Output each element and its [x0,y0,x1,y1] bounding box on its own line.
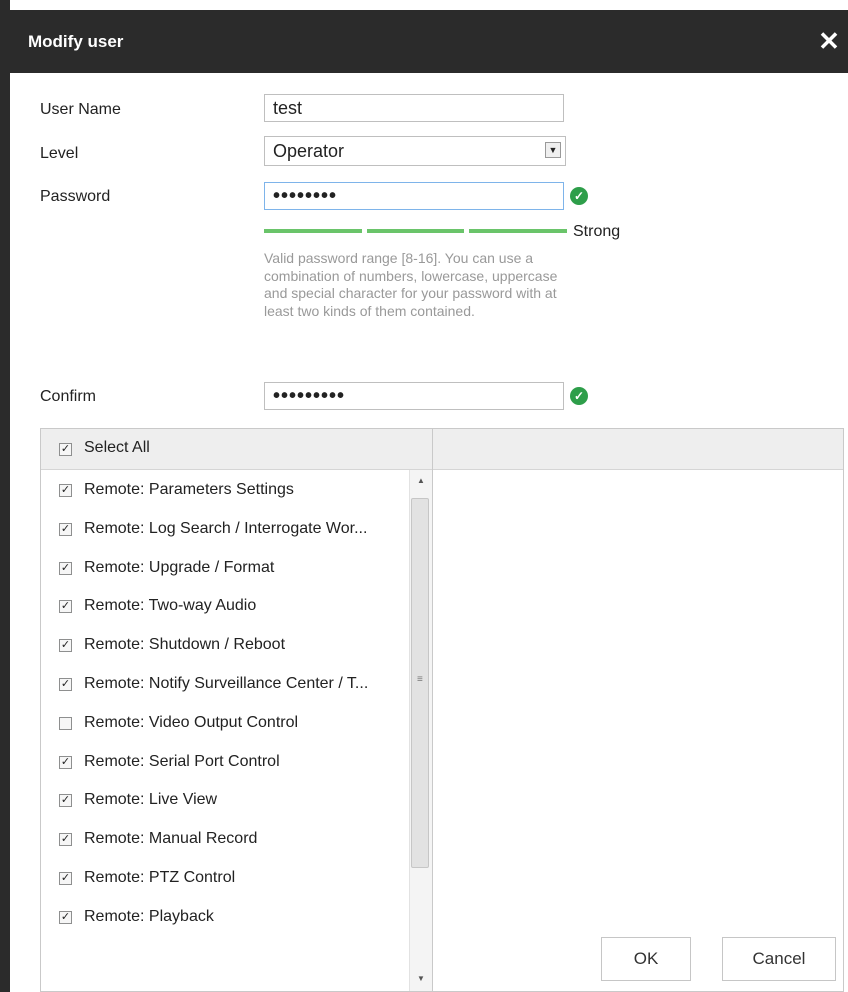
dialog-titlebar: Modify user ✕ [10,10,848,73]
permission-checkbox[interactable]: ✓ [59,755,72,769]
strength-bar-segment-2 [367,229,464,233]
dialog-title: Modify user [28,32,124,51]
user-name-input[interactable]: test [264,94,564,122]
permission-label[interactable]: Remote: Playback [84,908,214,926]
permission-label[interactable]: Remote: Log Search / Interrogate Wor... [84,520,367,538]
level-select[interactable]: Operator ▼ [264,136,566,166]
permission-label[interactable]: Remote: Two-way Audio [84,597,256,615]
permission-checkbox[interactable]: ✓ [59,561,72,575]
confirm-password-field[interactable]: ••••••••• [264,382,564,410]
permission-label[interactable]: Remote: Manual Record [84,830,257,848]
permission-checkbox[interactable]: ✓ [59,639,72,653]
permission-label[interactable]: Remote: Video Output Control [84,714,298,732]
permission-checkbox[interactable]: ✓ [59,484,72,497]
chevron-down-icon[interactable]: ▼ [545,142,561,158]
grip-icon: ≡ [417,674,423,685]
scrollbar-thumb[interactable]: ≡ [411,498,429,868]
password-field[interactable]: •••••••• [264,182,564,210]
select-all-label[interactable]: Select All [84,439,150,457]
close-icon[interactable]: ✕ [814,26,844,56]
permission-label[interactable]: Remote: Notify Surveillance Center / T..… [84,675,368,693]
permission-label[interactable]: Remote: Live View [84,791,217,809]
background-window-edge [0,0,10,992]
user-name-label: User Name [40,101,121,118]
level-label: Level [40,145,79,162]
password-hint: Valid password range [8-16]. You can use… [264,250,558,319]
permission-label[interactable]: Remote: Shutdown / Reboot [84,636,285,654]
cancel-button[interactable]: Cancel [722,937,836,981]
ok-button[interactable]: OK [601,937,691,981]
password-strength-text: Strong [573,223,621,240]
password-label: Password [40,188,111,205]
modify-user-dialog: Modify user ✕ User Name test Level Opera… [10,10,848,992]
permission-label[interactable]: Remote: Serial Port Control [84,753,280,771]
permission-checkbox[interactable]: ✓ [59,910,72,924]
confirm-label: Confirm [40,388,97,405]
permission-checkbox[interactable]: ✓ [59,600,72,614]
select-all-checkbox[interactable]: ✓ [59,443,72,456]
scroll-up-arrow-icon[interactable]: ▲ [414,474,428,488]
panel-divider [432,429,433,991]
permission-label[interactable]: Remote: Upgrade / Format [84,559,274,577]
permission-label[interactable]: Remote: Parameters Settings [84,481,294,499]
permissions-header: ✓ Select All [41,429,843,470]
strength-bar-segment-3 [469,229,567,233]
strength-bar-segment-1 [264,229,362,233]
scroll-down-arrow-icon[interactable]: ▼ [414,972,428,986]
permission-checkbox[interactable]: ✓ [59,678,72,691]
permission-checkbox[interactable]: ✓ [59,833,72,847]
permission-label[interactable]: Remote: PTZ Control [84,869,235,887]
permission-checkbox[interactable]: ✓ [59,872,72,885]
level-select-value: Operator [273,141,345,161]
permissions-panel: ✓ Select All ✓ Remote: Parameters Setting… [40,428,844,992]
confirm-valid-icon: ✓ [570,387,588,405]
permission-checkbox[interactable]: ✓ [59,794,72,808]
permission-checkbox[interactable] [59,716,72,730]
permission-checkbox[interactable]: ✓ [59,522,72,536]
permission-scrollbar[interactable]: ▲ ≡ ▼ [409,470,432,991]
password-valid-icon: ✓ [570,187,588,205]
